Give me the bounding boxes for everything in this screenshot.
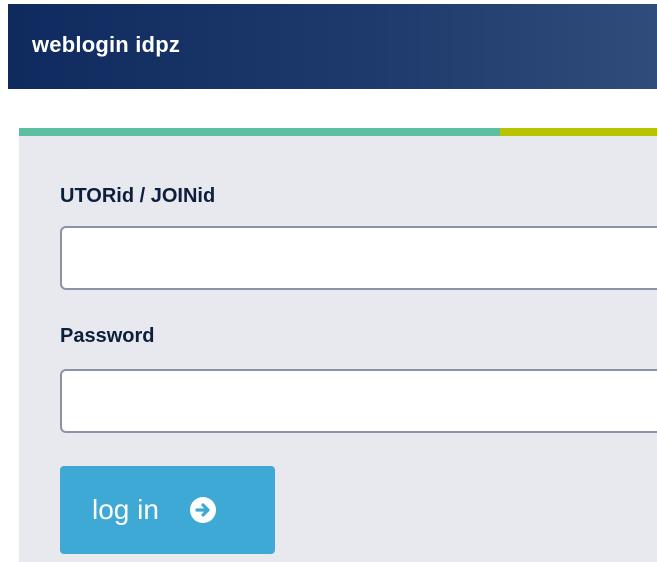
password-label: Password: [60, 325, 155, 347]
site-header: weblogin idpz: [8, 4, 657, 89]
login-panel: UTORid / JOINid Password log in: [19, 128, 657, 562]
accent-bar-yellow: [500, 128, 657, 136]
accent-bar-green: [19, 128, 500, 136]
login-button[interactable]: log in: [60, 466, 275, 554]
username-label: UTORid / JOINid: [60, 185, 216, 207]
login-button-label: log in: [92, 494, 159, 525]
arrow-circle-right-icon: [189, 496, 217, 524]
username-input[interactable]: [60, 226, 657, 290]
accent-bar: [19, 128, 657, 136]
site-title: weblogin idpz: [32, 32, 181, 57]
password-input[interactable]: [60, 369, 657, 433]
